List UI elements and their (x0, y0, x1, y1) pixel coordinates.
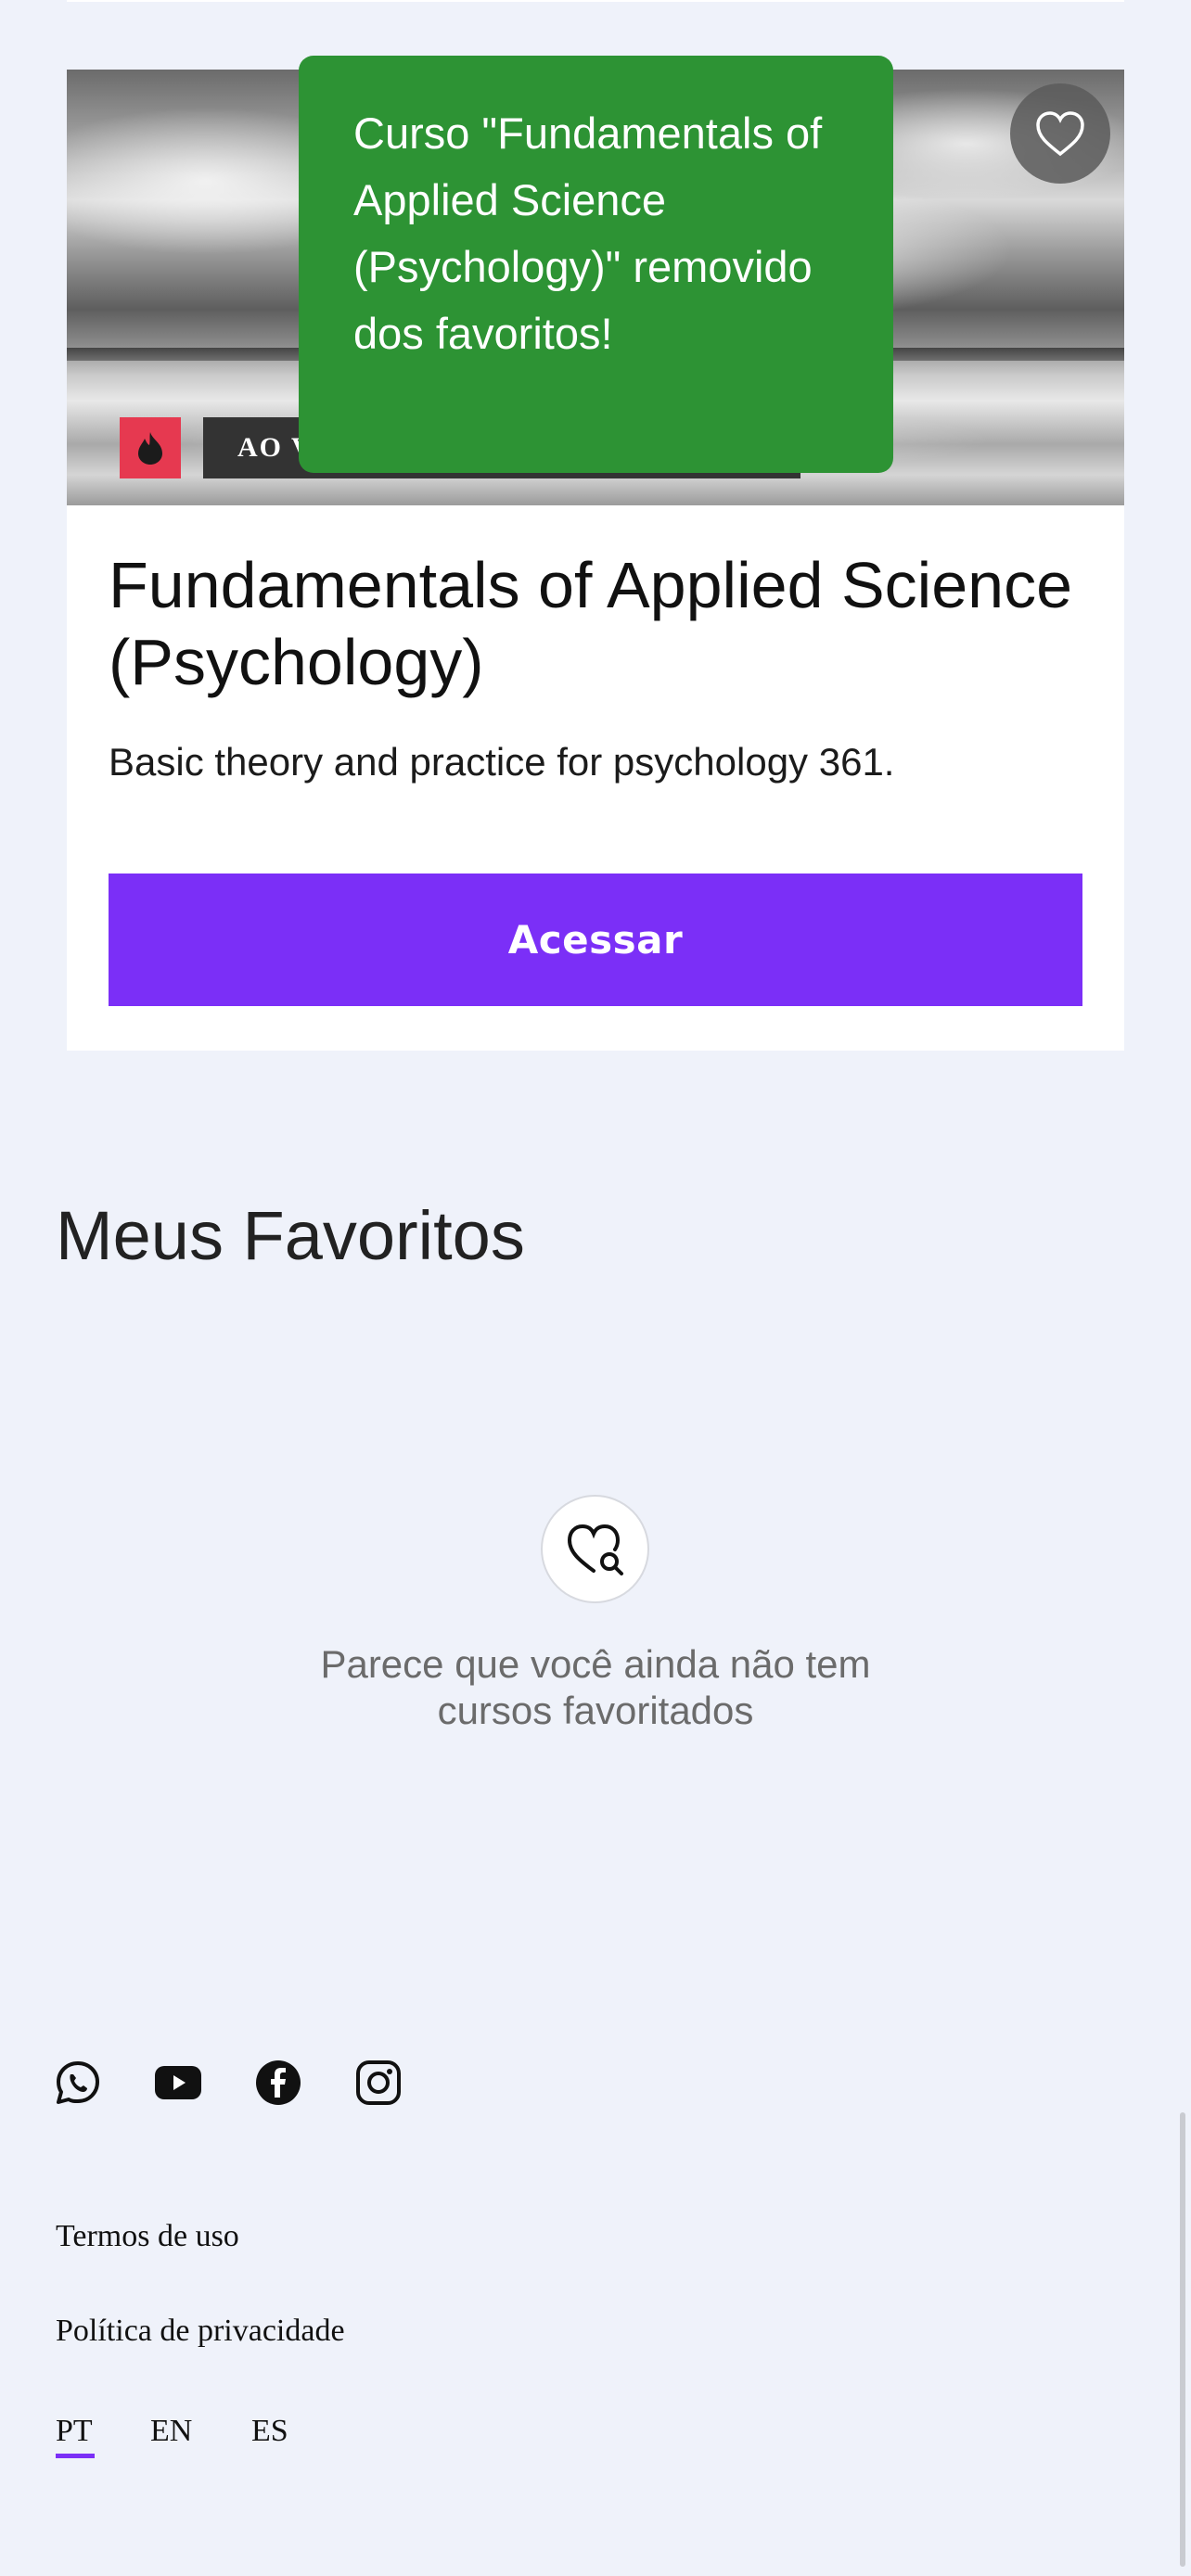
toast-notification: Curso "Fundamentals of Applied Science (… (299, 56, 893, 473)
heart-search-icon (541, 1495, 649, 1603)
facebook-icon[interactable] (254, 2059, 302, 2107)
language-en[interactable]: EN (150, 2414, 192, 2449)
access-button[interactable]: Acessar (109, 874, 1082, 1006)
course-title: Fundamentals of Applied Science (Psychol… (109, 549, 1072, 698)
instagram-icon[interactable] (354, 2059, 403, 2107)
heart-icon (1036, 111, 1084, 157)
favorites-title: Meus Favoritos (56, 1197, 525, 1274)
active-language-indicator (56, 2454, 95, 2458)
scrollbar[interactable] (1180, 2112, 1185, 2567)
empty-favorites-message: Parece que você ainda não tem cursos fav… (320, 1642, 871, 1732)
terms-link[interactable]: Termos de uso (56, 2219, 239, 2254)
privacy-link[interactable]: Política de privacidade (56, 2314, 345, 2349)
whatsapp-icon[interactable] (54, 2059, 102, 2107)
language-pt[interactable]: PT (56, 2414, 93, 2449)
language-es[interactable]: ES (251, 2414, 288, 2449)
toast-message: Curso "Fundamentals of Applied Science (… (353, 108, 823, 358)
course-description: Basic theory and practice for psychology… (109, 740, 895, 784)
favorite-toggle-button[interactable] (1010, 83, 1110, 184)
live-fire-icon (120, 417, 181, 478)
previous-card-edge (67, 0, 1124, 2)
youtube-icon[interactable] (154, 2059, 202, 2107)
